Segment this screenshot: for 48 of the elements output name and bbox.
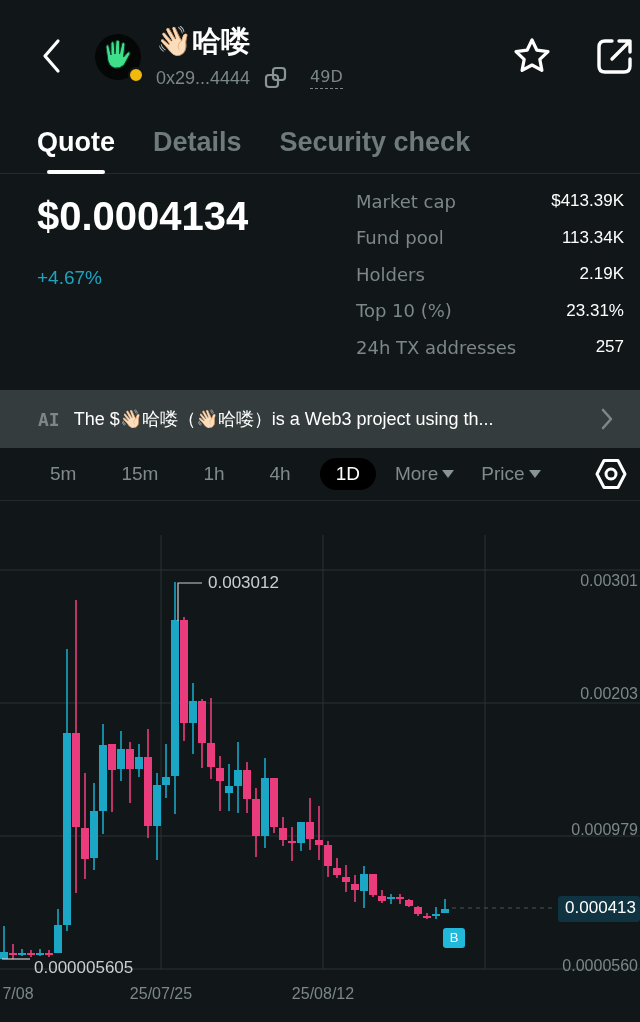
tab[interactable]: Details [153,124,242,174]
share-icon[interactable] [596,37,634,75]
y-axis-label: 0.000979 [571,821,638,839]
caret-icon [527,469,542,479]
y-axis-label: 0.0000560 [562,957,638,975]
x-axis-label: 25/08/12 [291,985,355,1003]
leader-line [177,582,203,622]
interval-tab[interactable]: 15m [105,458,175,490]
tab[interactable]: Security check [279,124,471,174]
price: $0.0004134 [37,194,249,239]
price-change: +4.67% [37,267,103,289]
y-axis-label: 0.00203 [580,685,638,703]
current-price-tag: 0.000413 [558,896,640,922]
interval-tab[interactable]: 1h [187,458,241,490]
tab[interactable]: Quote [37,124,115,174]
stat-value: 113.34K [561,227,624,248]
stat-value: 257 [595,337,624,358]
token-name: 👋🏻哈喽 [156,23,251,60]
stat-label: Top 10 (%) [356,300,452,322]
interval-tab[interactable]: 4h [253,458,307,490]
ai-summary-text: The $👋🏻哈喽（👋🏻哈喽）is a Web3 project using th... [73,408,495,431]
stat-value: 2.19K [579,264,624,285]
token-address: 0x29...4444 [156,67,251,89]
stat-label: Holders [356,263,425,285]
token-age[interactable]: 49D [310,67,343,89]
dropdown-button[interactable]: More [388,458,462,490]
star-icon[interactable] [512,37,552,75]
interval-tab[interactable]: 5m [34,458,93,490]
low-price-label: 0.000005605 [34,958,134,978]
copy-icon[interactable] [264,66,289,90]
stat-label: Fund pool [356,227,444,249]
caret-icon [441,469,456,479]
interval-tab[interactable]: 1D [319,458,376,490]
stat-label: 24h TX addresses [356,336,517,358]
x-axis-label: 7/08 [2,985,34,1003]
stat-label: Market cap [356,190,456,212]
ai-summary-bar[interactable]: AI The $👋🏻哈喽（👋🏻哈喽）is a Web3 project using th... [0,390,640,448]
y-axis-label: 0.00301 [580,572,638,590]
stat-value: 23.31% [566,300,624,321]
buy-marker: B [443,928,465,948]
x-axis-label: 25/07/25 [129,985,193,1003]
dropdown-button[interactable]: Price [475,458,548,490]
settings-icon[interactable] [594,458,628,490]
stat-value: $413.39K [551,191,624,212]
chevron-right-icon [600,408,614,430]
ai-label: AI [38,408,60,430]
leader-line [1,958,31,960]
high-price-label: 0.003012 [208,573,279,593]
